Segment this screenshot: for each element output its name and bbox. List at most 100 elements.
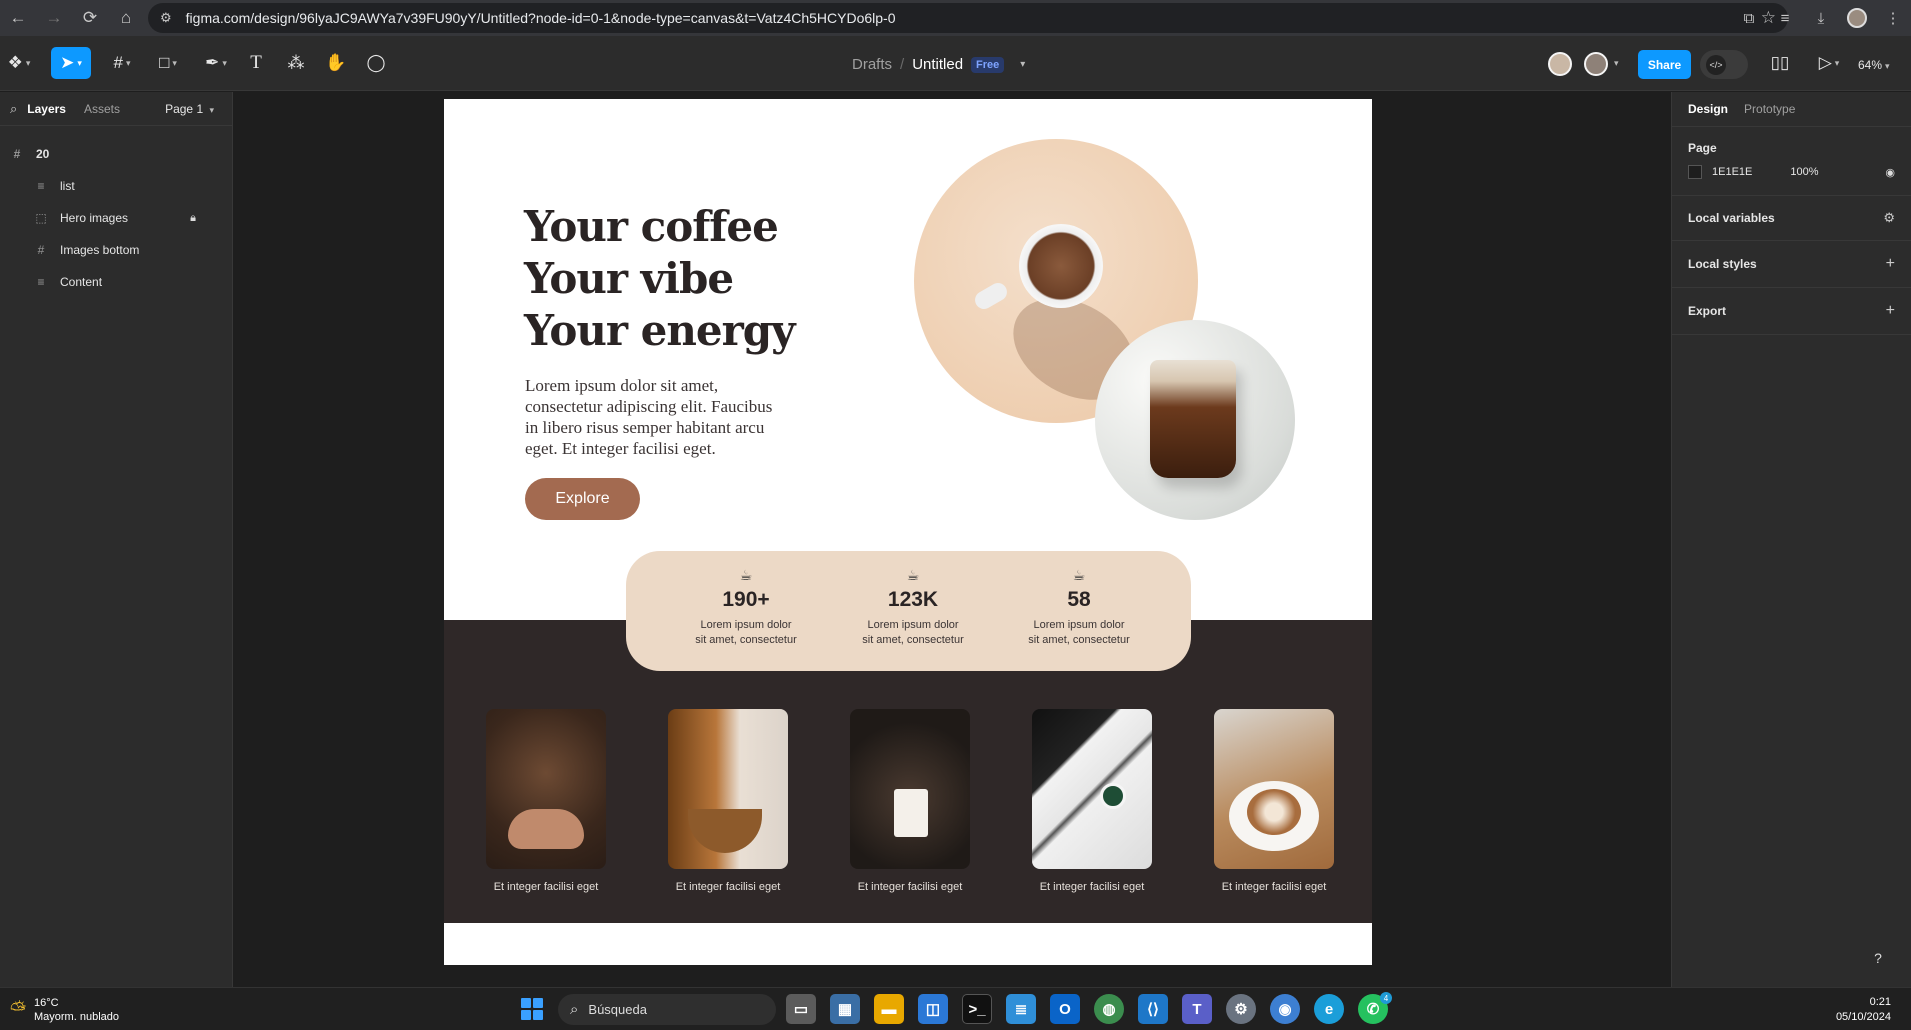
collaborator-avatar[interactable] <box>1548 52 1572 76</box>
help-icon[interactable]: ? <box>1864 944 1892 972</box>
stat-label-line: Lorem ipsum dolor <box>867 619 959 631</box>
frame-icon: # <box>13 147 21 161</box>
system-clock[interactable]: 0:21 05/10/2024 <box>1836 995 1891 1025</box>
library-book-icon[interactable]: ▯▯ <box>1768 47 1792 79</box>
gallery-item[interactable]: Et integer facilisi eget <box>1199 709 1349 893</box>
cloud-sun-icon: ⛅︎ <box>10 998 26 1021</box>
latte-art-photo <box>1214 709 1334 869</box>
local-variables-label: Local variables <box>1688 211 1775 225</box>
layer-content[interactable]: ≡ Content <box>0 266 232 298</box>
dev-mode-toggle[interactable]: </> <box>1700 50 1748 79</box>
breadcrumb-drafts[interactable]: Drafts <box>852 56 892 73</box>
local-styles-section[interactable]: Local styles + <box>1672 241 1911 288</box>
stat-label: Lorem ipsum dolor sit amet, consectetur <box>838 618 988 648</box>
color-swatch[interactable] <box>1688 165 1702 179</box>
terminal-icon[interactable]: >_ <box>962 994 992 1024</box>
tab-prototype[interactable]: Prototype <box>1744 102 1795 116</box>
stat-item: ☕︎ 190+ Lorem ipsum dolor sit amet, conse… <box>671 567 821 648</box>
add-icon[interactable]: + <box>1886 302 1895 320</box>
share-button[interactable]: Share <box>1638 50 1691 79</box>
store-icon[interactable]: ◫ <box>918 994 948 1024</box>
tab-design[interactable]: Design <box>1688 102 1728 116</box>
steaming-cup-photo <box>668 709 788 869</box>
stats-card[interactable]: ☕︎ 190+ Lorem ipsum dolor sit amet, conse… <box>626 551 1191 671</box>
notepad-icon[interactable]: ≣ <box>1006 994 1036 1024</box>
page-section-heading: Page <box>1672 127 1911 165</box>
profile-avatar[interactable] <box>1847 8 1867 28</box>
settings-gear-icon[interactable]: ⚙ <box>1226 994 1256 1024</box>
windows-start-icon[interactable] <box>521 998 543 1020</box>
gallery-caption: Et integer facilisi eget <box>493 881 599 893</box>
file-title[interactable]: Untitled <box>912 56 963 73</box>
local-variables-section[interactable]: Local variables ⚙ <box>1672 196 1911 241</box>
variables-settings-icon[interactable]: ⚙ <box>1883 210 1895 226</box>
reload-icon[interactable]: ⟳ <box>72 0 108 36</box>
layer-list[interactable]: ≡ list <box>0 170 232 202</box>
page-opacity-value[interactable]: 100% <box>1790 166 1818 178</box>
extensions-icon[interactable]: ⧉ <box>1731 10 1767 27</box>
lock-icon[interactable]: 🔒︎ <box>190 212 196 225</box>
page-background-row[interactable]: 1E1E1E 100% ◉ <box>1672 165 1911 196</box>
file-explorer-icon[interactable]: ▬ <box>874 994 904 1024</box>
shape-tool-icon[interactable]: □ ▾ <box>150 47 186 79</box>
design-frame[interactable]: Your coffee Your vibe Your energy Lorem … <box>444 99 1372 965</box>
breadcrumb: Drafts / Untitled Free ▾ <box>852 56 1025 73</box>
taskbar-search[interactable]: ⌕ Búsqueda <box>558 994 776 1025</box>
text-tool-icon[interactable]: T <box>245 47 267 79</box>
export-section[interactable]: Export + <box>1672 288 1911 335</box>
outlook-icon[interactable]: O <box>1050 994 1080 1024</box>
download-icon[interactable]: ⤓ <box>1803 10 1839 27</box>
zoom-value: 64% <box>1858 58 1883 72</box>
gallery-item[interactable]: Et integer facilisi eget <box>1017 709 1167 893</box>
vscode-icon[interactable]: ⟨⟩ <box>1138 994 1168 1024</box>
hero-image-iced-coffee[interactable] <box>1095 320 1295 520</box>
iced-coffee-glass <box>1150 360 1236 478</box>
layer-hero-images[interactable]: ⬚ Hero images 🔒︎ <box>0 202 232 234</box>
menu-icon[interactable]: ⋮ <box>1875 9 1911 27</box>
comment-tool-icon[interactable]: ◯ <box>364 47 388 79</box>
tab-assets[interactable]: Assets <box>84 102 120 116</box>
page-selector[interactable]: Page 1 ▾ <box>165 102 214 116</box>
hero-title[interactable]: Your coffee Your vibe Your energy <box>524 201 796 357</box>
eye-icon[interactable]: ◉ <box>1885 166 1895 179</box>
chevron-down-icon[interactable]: ▾ <box>1020 59 1025 70</box>
tab-layers[interactable]: Layers <box>27 102 66 116</box>
coffee-cup-icon: ☕︎ <box>1072 567 1086 583</box>
page-color-value[interactable]: 1E1E1E <box>1712 166 1752 178</box>
zoom-level[interactable]: 64% ▾ <box>1858 58 1890 72</box>
gallery-item[interactable]: Et integer facilisi eget <box>471 709 621 893</box>
add-icon[interactable]: + <box>1886 255 1895 273</box>
hero-description[interactable]: Lorem ipsum dolor sit amet, consectetur … <box>525 375 785 459</box>
chrome-icon[interactable]: ◉ <box>1270 994 1300 1024</box>
layer-root-frame[interactable]: # 20 <box>0 138 232 170</box>
user-avatar[interactable] <box>1584 52 1608 76</box>
address-bar[interactable]: ⚙ figma.com/design/96lyaJC9AWYa7v39FU90y… <box>148 3 1788 33</box>
task-view-icon[interactable]: ▭ <box>786 994 816 1024</box>
pen-tool-icon[interactable]: ✒ ▾ <box>198 47 234 79</box>
explore-button[interactable]: Explore <box>525 478 640 520</box>
calculator-icon[interactable]: ▦ <box>830 994 860 1024</box>
frame-tool-icon[interactable]: # ▾ <box>104 47 140 79</box>
hand-tool-icon[interactable]: ✋ <box>324 47 348 79</box>
home-icon[interactable]: ⌂ <box>108 0 144 36</box>
edge-icon[interactable]: e <box>1314 994 1344 1024</box>
search-icon[interactable]: ⌕ <box>10 101 17 117</box>
hero-line: Your energy <box>524 306 796 355</box>
resources-icon[interactable]: ⁂ <box>284 47 308 79</box>
site-settings-icon[interactable]: ⚙ <box>160 10 172 26</box>
layer-images-bottom[interactable]: # Images bottom <box>0 234 232 266</box>
media-icon[interactable]: ≡ <box>1767 10 1803 27</box>
gallery-item[interactable]: Et integer facilisi eget <box>653 709 803 893</box>
move-tool[interactable]: ➤ ▾ <box>51 47 91 79</box>
back-icon[interactable]: ← <box>0 0 36 36</box>
weather-widget[interactable]: ⛅︎ 16°C Mayorm. nublado <box>10 996 119 1024</box>
present-play-icon[interactable]: ▷ ▾ <box>1814 47 1844 79</box>
gallery-item[interactable]: Et integer facilisi eget <box>835 709 985 893</box>
main-menu-icon[interactable]: ❖ ▾ <box>6 47 32 79</box>
forward-icon[interactable]: → <box>36 0 72 36</box>
teams-icon[interactable]: T <box>1182 994 1212 1024</box>
globe-icon[interactable]: ◍ <box>1094 994 1124 1024</box>
whatsapp-badge: 4 <box>1380 992 1392 1004</box>
list-icon: ≡ <box>37 179 45 193</box>
chevron-down-icon[interactable]: ▾ <box>1614 58 1619 69</box>
